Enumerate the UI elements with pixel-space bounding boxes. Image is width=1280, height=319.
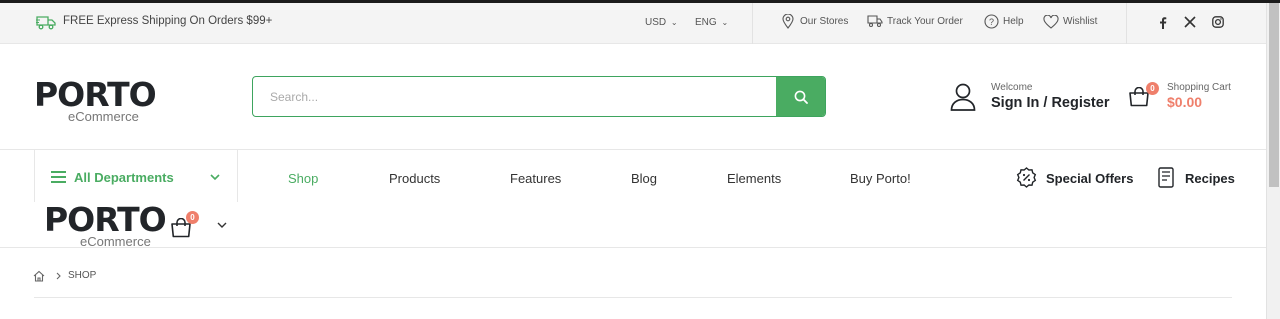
home-icon[interactable] xyxy=(33,270,45,282)
search-button[interactable] xyxy=(776,77,825,116)
logo-wordmark: PORTO xyxy=(34,75,157,114)
sign-in-register: Sign In / Register xyxy=(991,95,1109,111)
cart-link[interactable]: 0 Shopping Cart $0.00 xyxy=(1126,80,1236,114)
cart-label: Shopping Cart xyxy=(1167,82,1231,93)
sticky-header-divider xyxy=(0,247,1266,248)
auth-separator: / xyxy=(1039,95,1052,111)
breadcrumb: SHOP xyxy=(33,269,133,283)
topbar-divider xyxy=(1126,3,1127,44)
account-link[interactable]: Welcome Sign In / Register xyxy=(950,82,1115,116)
language-value: ENG xyxy=(695,17,717,28)
track-order-link[interactable]: Track Your Order xyxy=(867,14,967,30)
nav-item-blog[interactable]: Blog xyxy=(631,171,657,186)
sticky-logo-wordmark: PORTO xyxy=(44,200,167,239)
svg-text:?: ? xyxy=(989,17,994,27)
truck-icon xyxy=(36,16,56,30)
discount-badge-icon xyxy=(1016,167,1037,188)
special-offers-label: Special Offers xyxy=(1046,171,1134,186)
register-link[interactable]: Register xyxy=(1051,95,1109,111)
chevron-down-icon[interactable] xyxy=(217,222,227,229)
heart-icon xyxy=(1043,15,1059,29)
breadcrumb-current: SHOP xyxy=(68,270,97,281)
nav-item-elements[interactable]: Elements xyxy=(727,171,781,186)
search-bar xyxy=(252,76,826,117)
wishlist-label: Wishlist xyxy=(1063,16,1098,27)
cart-count-badge: 0 xyxy=(1146,82,1159,95)
shipping-promo-text: FREE Express Shipping On Orders $99+ xyxy=(63,15,273,27)
chevron-down-icon: ⌄ xyxy=(721,18,729,27)
instagram-icon[interactable] xyxy=(1212,16,1224,28)
x-icon[interactable] xyxy=(1184,16,1196,28)
help-link[interactable]: ? Help xyxy=(984,14,1029,30)
nav-item-features[interactable]: Features xyxy=(510,171,561,186)
nav-item-shop[interactable]: Shop xyxy=(288,171,318,186)
wishlist-link[interactable]: Wishlist xyxy=(1043,14,1103,30)
logo-subtitle: eCommerce xyxy=(68,109,139,124)
departments-toggle[interactable]: All Departments xyxy=(34,150,238,202)
chevron-down-icon xyxy=(210,174,220,181)
language-selector[interactable]: ENG ⌄ xyxy=(695,17,728,28)
user-icon xyxy=(950,83,976,111)
currency-selector[interactable]: USD ⌄ xyxy=(645,17,678,28)
site-logo[interactable]: PORTO eCommerce xyxy=(34,78,157,124)
nav-item-products[interactable]: Products xyxy=(389,171,440,186)
recipes-label: Recipes xyxy=(1185,171,1235,186)
search-input[interactable] xyxy=(253,77,777,116)
breadcrumb-divider xyxy=(34,297,1232,298)
page-scrollbar[interactable] xyxy=(1266,3,1280,319)
our-stores-link[interactable]: Our Stores xyxy=(782,14,852,30)
map-pin-icon xyxy=(782,14,794,29)
search-icon xyxy=(794,90,808,104)
sticky-cart-button[interactable]: 0 xyxy=(168,209,202,241)
our-stores-label: Our Stores xyxy=(800,16,849,27)
chevron-right-icon xyxy=(56,272,61,280)
track-order-label: Track Your Order xyxy=(887,16,963,27)
sticky-cart-count-badge: 0 xyxy=(186,211,199,224)
menu-icon xyxy=(51,171,66,183)
facebook-icon[interactable] xyxy=(1158,16,1167,29)
help-circle-icon: ? xyxy=(984,14,999,29)
currency-value: USD xyxy=(645,17,667,28)
help-label: Help xyxy=(1003,16,1024,27)
topbar-divider xyxy=(752,3,753,44)
sticky-logo[interactable]: PORTO eCommerce xyxy=(44,200,167,249)
recipes-link[interactable]: Recipes xyxy=(1158,167,1238,189)
welcome-label: Welcome xyxy=(991,82,1033,93)
departments-label: All Departments xyxy=(74,170,174,185)
scrollbar-thumb[interactable] xyxy=(1269,3,1279,187)
nav-item-buy-porto[interactable]: Buy Porto! xyxy=(850,171,911,186)
recipe-book-icon xyxy=(1158,167,1174,188)
chevron-down-icon: ⌄ xyxy=(670,18,678,27)
sign-in-link[interactable]: Sign In xyxy=(991,95,1039,111)
cart-total: $0.00 xyxy=(1167,94,1203,110)
special-offers-link[interactable]: Special Offers xyxy=(1016,167,1134,189)
delivery-truck-icon xyxy=(867,15,883,28)
